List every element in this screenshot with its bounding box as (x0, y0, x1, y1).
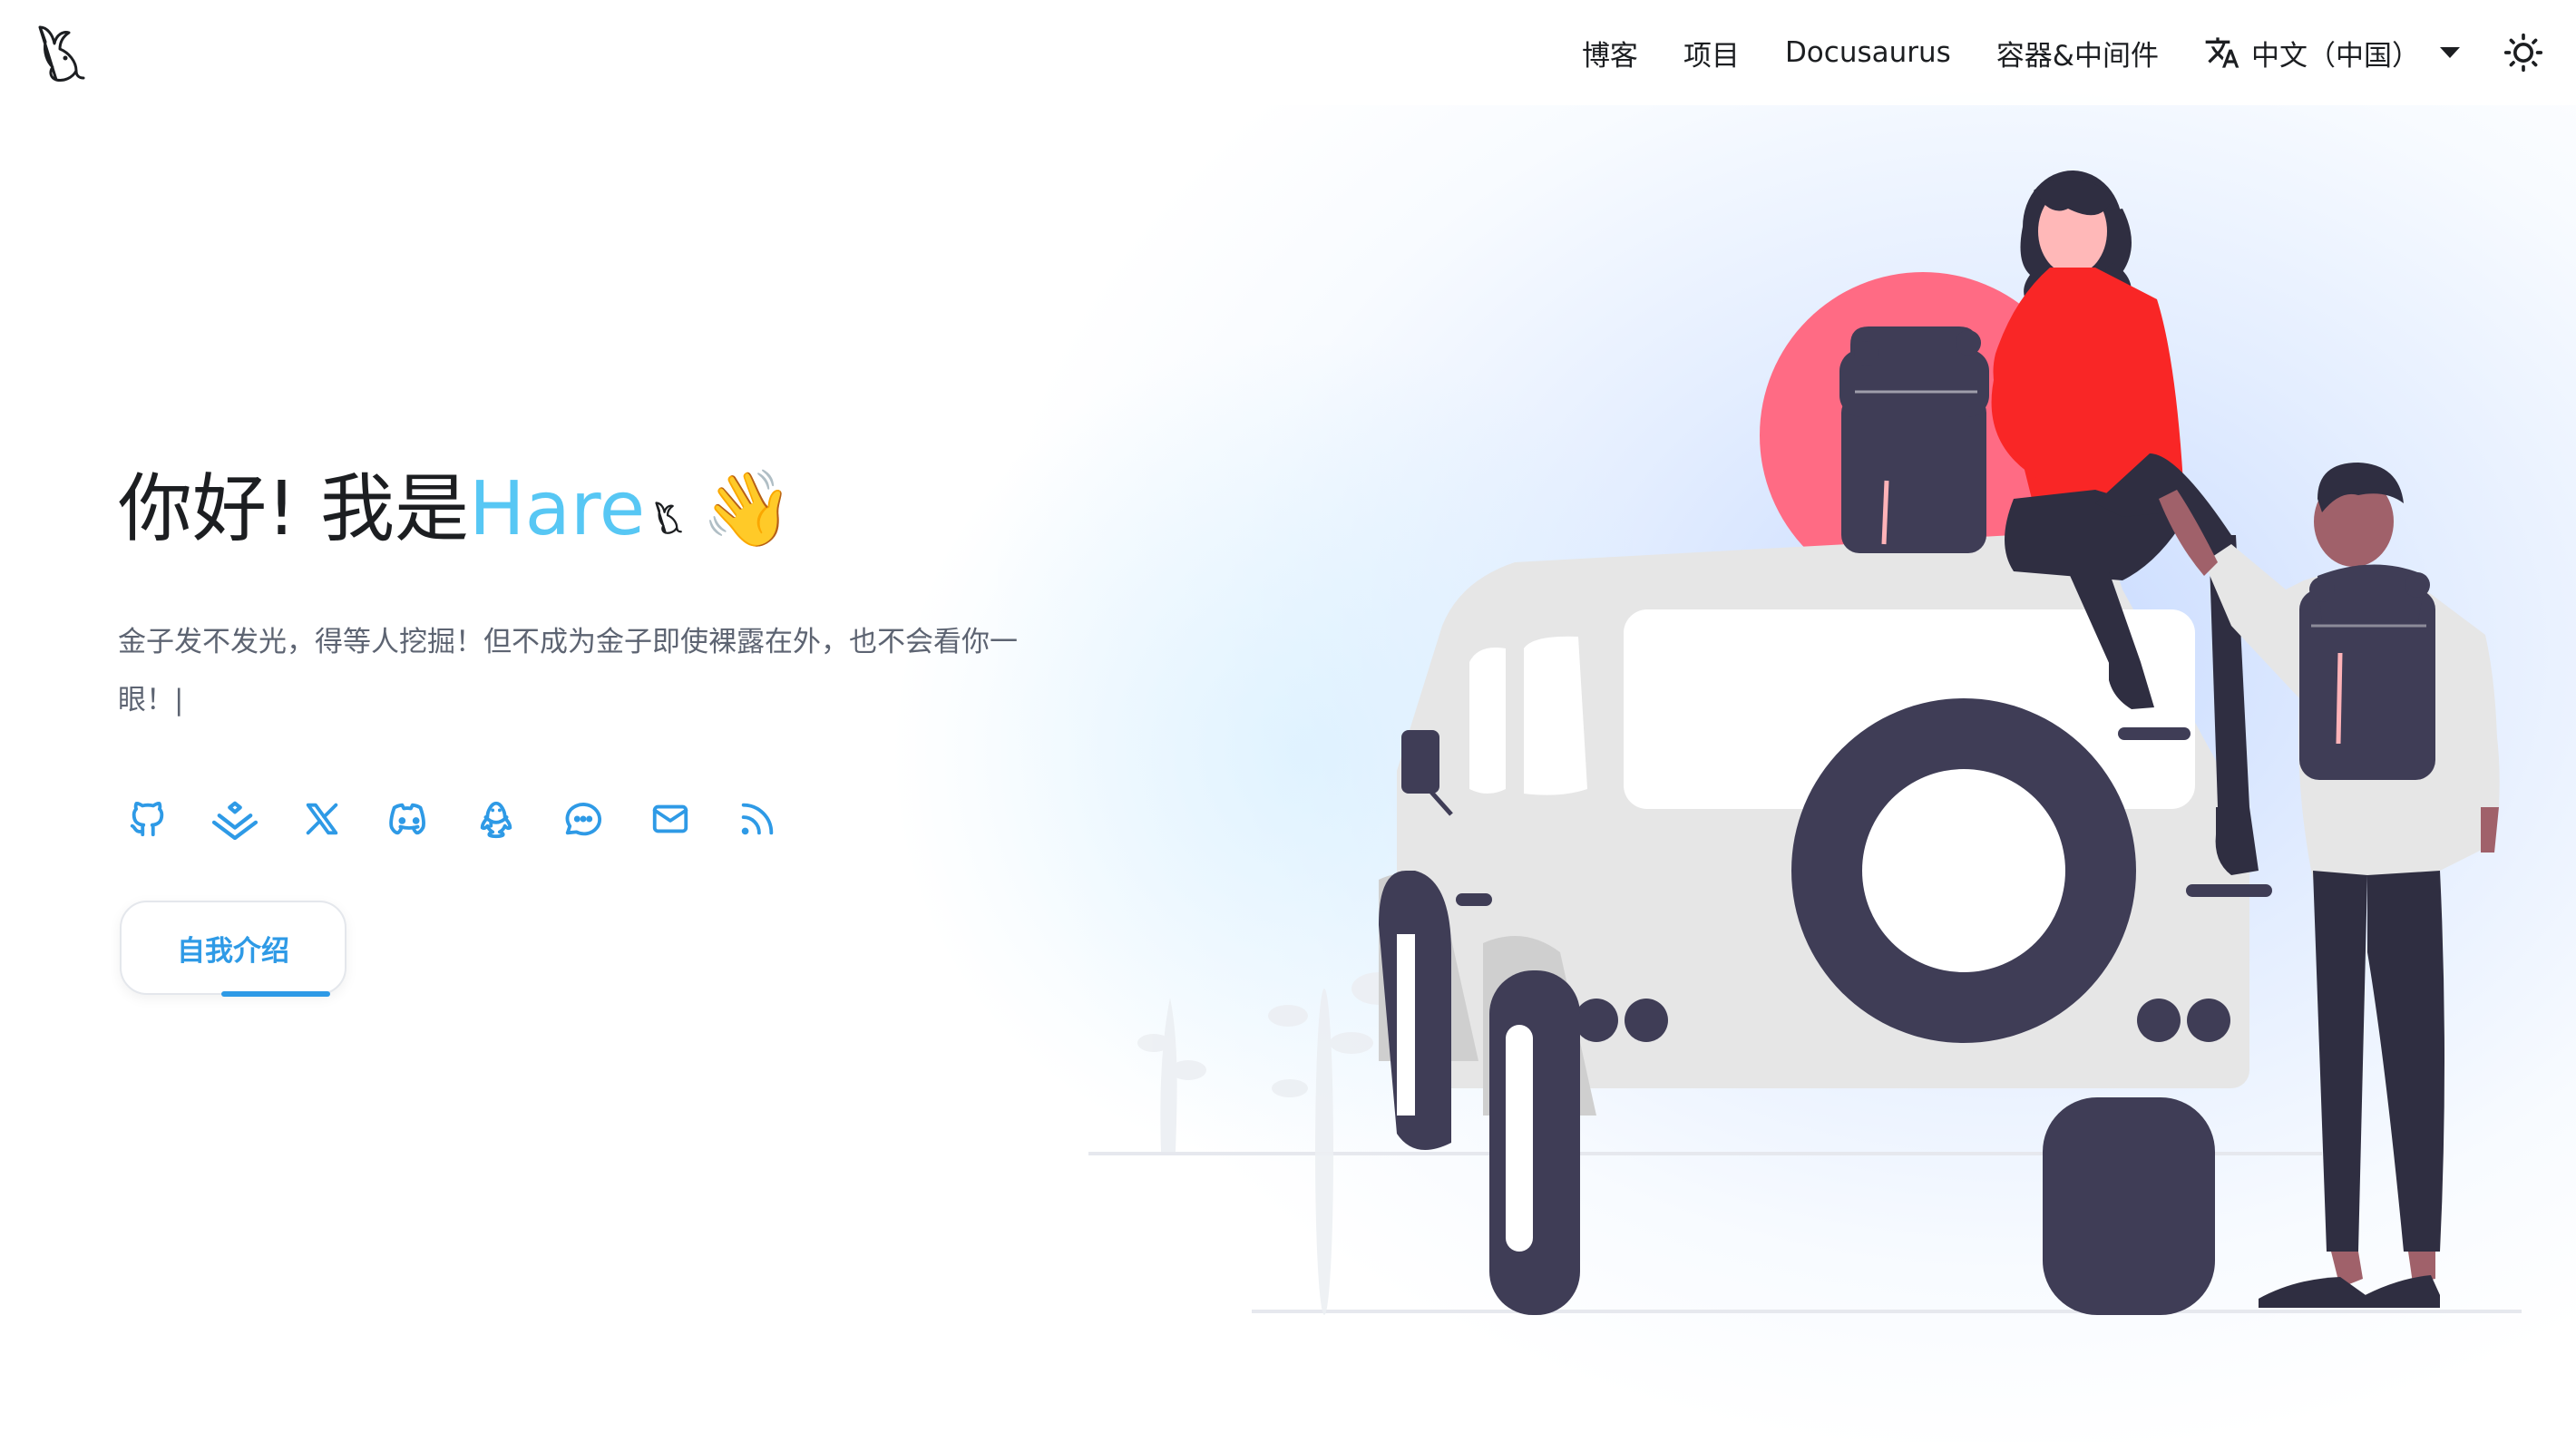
language-dropdown[interactable]: 中文（中国） (2204, 33, 2460, 73)
travelers-with-jeep-illustration (1088, 171, 2522, 1315)
hero-title: 你好! 我是 Hare 👋 (118, 455, 794, 564)
email-icon[interactable] (646, 794, 695, 843)
hero-subtitle: 金子发不发光，得等人挖掘！但不成为金子即使裸露在外，也不会看你一眼！| (118, 626, 1018, 716)
language-label: 中文（中国） (2251, 39, 2420, 73)
waving-hand-icon: 👋 (701, 466, 795, 552)
juejin-icon[interactable] (210, 794, 259, 843)
chevron-down-icon (2440, 47, 2460, 58)
intro-button[interactable]: 自我介绍 (120, 901, 346, 997)
nav-link-containers[interactable]: 容器&中间件 (1996, 33, 2159, 73)
github-icon[interactable] (123, 794, 172, 843)
hero-greeting: 你好! 我是 (118, 466, 469, 552)
sun-icon[interactable] (2503, 33, 2543, 73)
nav-link-projects[interactable]: 项目 (1683, 33, 1740, 73)
rabbit-icon[interactable] (33, 22, 87, 85)
hero-name: Hare (468, 466, 646, 552)
nav-links: 博客 项目 Docusaurus 容器&中间件 中文（中国） (1537, 0, 2543, 105)
wechat-icon[interactable] (559, 794, 608, 843)
translate-icon (2205, 37, 2239, 68)
x-icon[interactable] (298, 794, 346, 843)
navbar: 博客 项目 Docusaurus 容器&中间件 中文（中国） (0, 0, 2576, 105)
nav-link-blog[interactable]: 博客 (1582, 33, 1638, 73)
nav-link-docusaurus[interactable]: Docusaurus (1785, 36, 1951, 69)
social-links (123, 794, 820, 843)
discord-icon[interactable] (385, 794, 434, 843)
qq-icon[interactable] (472, 794, 521, 843)
rabbit-icon (655, 502, 683, 534)
rss-icon[interactable] (733, 794, 782, 843)
